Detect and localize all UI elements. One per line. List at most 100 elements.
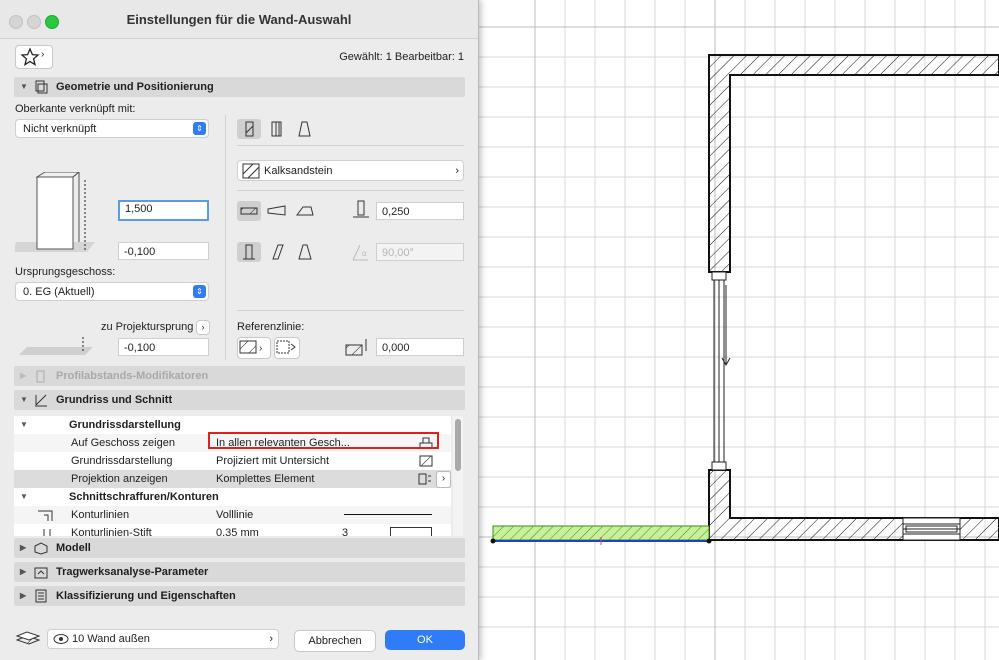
layer-icon — [15, 631, 41, 645]
reference-line-icon: › — [239, 340, 262, 354]
scroll-thumb[interactable] — [455, 419, 461, 471]
tree-row-contour-lines[interactable]: Konturlinien Volllinie — [14, 506, 451, 524]
chevron-right-icon: › — [455, 165, 459, 177]
section-model-label: Modell — [56, 542, 91, 554]
section-profile-modifiers: ▶ Profilabstands-Modifikatoren — [14, 366, 465, 386]
section-floorplan[interactable]: ▼ Grundriss und Schnitt — [14, 390, 465, 410]
favorite-select[interactable]: 10 Wand außen › — [47, 629, 279, 649]
disclosure-down-icon: ▼ — [20, 82, 28, 91]
tree-scrollbar[interactable] — [453, 416, 463, 536]
row-value: 0,35 mm — [216, 527, 259, 536]
eye-icon — [53, 634, 69, 644]
tree-row-contour-pen[interactable]: Konturlinien-Stift 0,35 mm 3 — [14, 524, 451, 536]
wall-polygonal-button[interactable] — [293, 119, 317, 139]
reference-line-button[interactable]: › — [237, 337, 271, 359]
wall-height-diagram — [15, 172, 95, 252]
wall-double-slanted-icon — [298, 244, 312, 260]
wall-slanted-button[interactable] — [265, 242, 289, 262]
reference-offset-icon — [345, 339, 367, 356]
wall-upright-icon — [243, 244, 255, 260]
structure-composite-button[interactable] — [265, 201, 289, 221]
favorite-value: 10 Wand außen — [72, 633, 150, 645]
svg-text:›: › — [259, 343, 262, 354]
star-icon — [20, 47, 40, 66]
project-offset-input[interactable]: -0,100 — [118, 338, 209, 356]
window-title: Einstellungen für die Wand-Auswahl — [126, 12, 352, 27]
wall-straight-icon — [245, 121, 254, 137]
section-classification[interactable]: ▶ Klassifizierung und Eigenschaften — [14, 586, 465, 606]
bottom-offset-input[interactable]: -0,100 — [118, 242, 209, 260]
top-link-value: Nicht verknüpft — [23, 123, 97, 135]
chevron-right-icon[interactable]: › — [436, 471, 451, 488]
svg-text:α: α — [362, 249, 367, 258]
row-value: Projiziert mit Untersicht — [216, 455, 330, 467]
flip-reference-button[interactable] — [274, 337, 300, 359]
profile-icon — [36, 370, 45, 383]
divider — [237, 310, 464, 311]
row-label: Projektion anzeigen — [71, 473, 168, 485]
tree-group-label: Grundrissdarstellung — [69, 419, 181, 431]
window-horizontal[interactable] — [902, 517, 961, 541]
divider — [237, 145, 464, 146]
reference-line-label: Referenzlinie: — [237, 321, 305, 333]
disclosure-right-icon: ▶ — [20, 543, 27, 552]
contour-icon — [38, 510, 53, 521]
selected-wall[interactable] — [490, 525, 712, 545]
cancel-button[interactable]: Abbrechen — [294, 630, 376, 652]
section-floorplan-label: Grundriss und Schnitt — [56, 394, 173, 406]
row-value: Komplettes Element — [216, 473, 315, 485]
projection-icon — [419, 455, 433, 467]
wall-trapezoid-icon — [271, 121, 282, 137]
tree-row-show-projection[interactable]: Projektion anzeigen Komplettes Element › — [14, 470, 451, 488]
structure-basic-button[interactable] — [237, 201, 261, 221]
wall-straight-button[interactable] — [237, 119, 261, 139]
pen-preview — [390, 527, 432, 536]
wall-height-input[interactable]: 1,500 — [118, 200, 209, 221]
thickness-input[interactable]: 0,250 — [376, 202, 464, 220]
section-structural[interactable]: ▶ Tragwerksanalyse-Parameter — [14, 562, 465, 582]
disclosure-right-icon: ▶ — [20, 371, 27, 380]
title-bar: Einstellungen für die Wand-Auswahl — [0, 0, 478, 39]
chevron-updown-icon: ⇕ — [193, 285, 206, 298]
highlight-box — [208, 432, 439, 449]
structure-profile-button[interactable] — [293, 201, 317, 221]
section-structural-label: Tragwerksanalyse-Parameter — [56, 566, 209, 578]
solid-line-preview — [344, 514, 432, 515]
section-model[interactable]: ▶ Modell — [14, 538, 465, 558]
project-zero-toggle[interactable]: › — [196, 320, 210, 335]
disclosure-right-icon: ▶ — [20, 567, 27, 576]
favorites-button[interactable]: › — [15, 45, 53, 69]
home-story-select[interactable]: 0. EG (Aktuell) ⇕ — [15, 282, 209, 301]
wall-settings-dialog: Einstellungen für die Wand-Auswahl › Gew… — [0, 0, 479, 660]
ok-button[interactable]: OK — [385, 630, 465, 650]
projection-mode-icon — [418, 473, 431, 485]
tree-group-label: Schnittschraffuren/Konturen — [69, 491, 219, 503]
classification-icon — [35, 589, 47, 603]
section-classification-label: Klassifizierung und Eigenschaften — [56, 590, 236, 602]
reference-offset-input[interactable]: 0,000 — [376, 338, 464, 356]
section-geometry-label: Geometrie und Positionierung — [56, 81, 214, 93]
selection-info: Gewählt: 1 Bearbeitbar: 1 — [339, 51, 464, 63]
row-label: Konturlinien-Stift — [71, 527, 152, 536]
material-select[interactable]: Kalksandstein › — [237, 160, 464, 181]
wall-trapezoid-button[interactable] — [265, 119, 289, 139]
composite-structure-icon — [267, 205, 286, 216]
wall-double-slanted-button[interactable] — [293, 242, 317, 262]
flip-icon — [276, 340, 296, 354]
hatch-icon — [242, 163, 260, 179]
profile-structure-icon — [296, 206, 314, 216]
disclosure-right-icon: ▶ — [20, 591, 27, 600]
top-link-select[interactable]: Nicht verknüpft ⇕ — [15, 119, 209, 138]
section-geometry[interactable]: ▼ Geometrie und Positionierung — [14, 77, 465, 97]
wall-upright-button[interactable] — [237, 242, 261, 262]
row-label: Grundrissdarstellung — [71, 455, 173, 467]
tree-row-floorplan-display[interactable]: Grundrissdarstellung Projiziert mit Unte… — [14, 452, 451, 470]
angle-input: 90,00° — [376, 243, 464, 261]
tree-group-section-fills[interactable]: ▼ Schnittschraffuren/Konturen — [14, 488, 451, 506]
pen-number: 3 — [342, 527, 349, 536]
basic-structure-icon — [240, 207, 258, 215]
section-profile-label: Profilabstands-Modifikatoren — [56, 370, 209, 382]
disclosure-down-icon: ▼ — [20, 492, 28, 501]
model-icon — [34, 542, 48, 555]
angle-icon: α — [352, 244, 368, 261]
